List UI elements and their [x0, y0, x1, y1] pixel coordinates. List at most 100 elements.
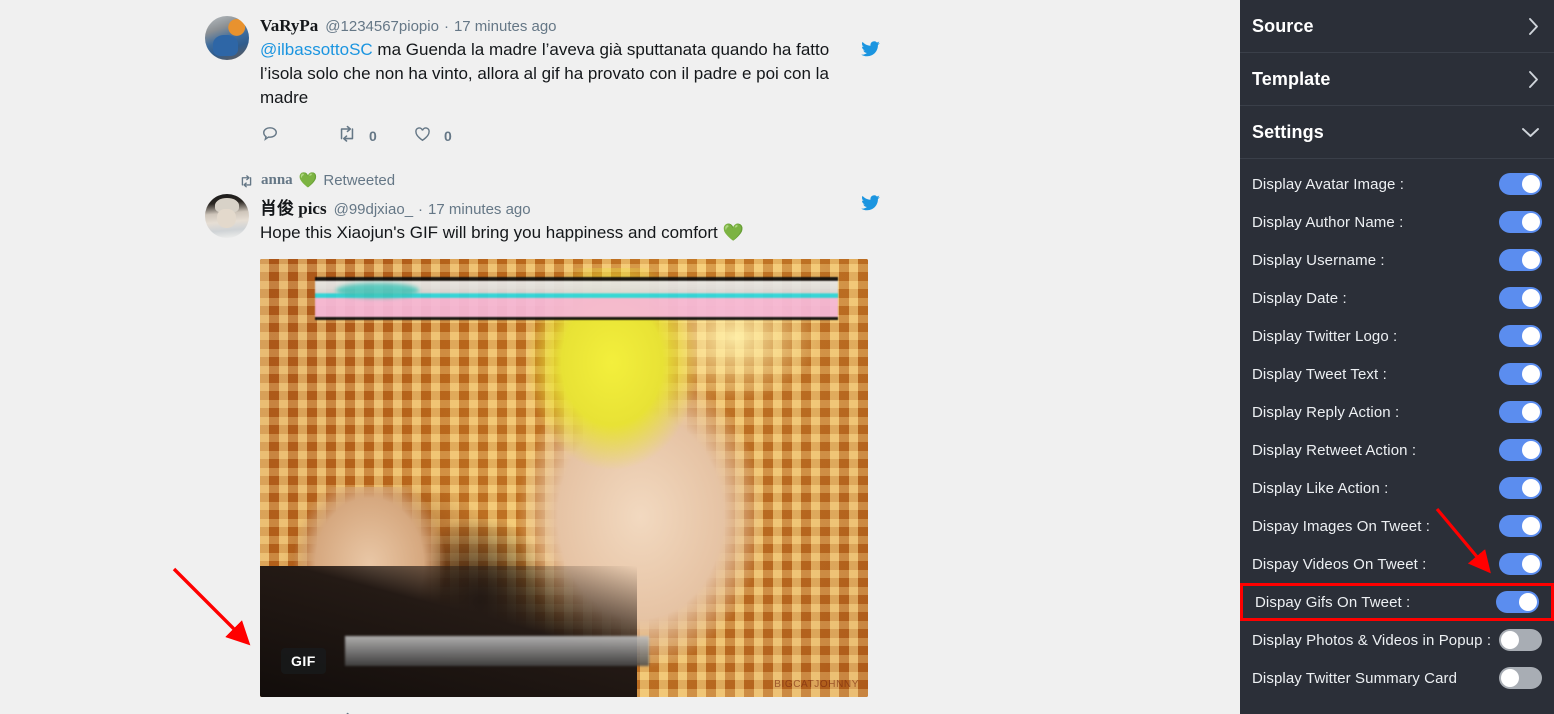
toggle-knob [1522, 403, 1540, 421]
author-name[interactable]: VaRyPa [260, 16, 318, 36]
section-title: Source [1252, 15, 1314, 36]
gif-badge: GIF [281, 648, 326, 675]
retweet-icon [238, 174, 255, 189]
gif-caption-band-lower [345, 635, 650, 667]
setting-toggle[interactable] [1499, 401, 1542, 423]
like-heart-icon [412, 711, 433, 714]
tweet-card-2[interactable]: anna 💚 Retweeted 肖俊 pics @99djxiao_ · 17… [0, 170, 1240, 714]
setting-label: Display Avatar Image : [1252, 175, 1404, 193]
chevron-right-icon[interactable] [1527, 17, 1540, 36]
tweet-feed: VaRyPa @1234567piopio · 17 minutes ago @… [0, 0, 1240, 714]
setting-toggle[interactable] [1499, 439, 1542, 461]
tweet-2-actions: 7 13 [260, 709, 880, 714]
retweet-action[interactable]: 0 [336, 124, 412, 149]
username-handle[interactable]: @99djxiao_ [334, 201, 413, 218]
toggle-knob [1501, 631, 1519, 649]
setting-label: Display Photos & Videos in Popup : [1252, 631, 1492, 649]
setting-toggle[interactable] [1499, 173, 1542, 195]
toggle-knob [1522, 517, 1540, 535]
avatar[interactable] [205, 16, 249, 60]
setting-row-8[interactable]: Display Like Action : [1240, 469, 1554, 507]
tweet-card-1[interactable]: VaRyPa @1234567piopio · 17 minutes ago @… [0, 16, 1240, 150]
setting-label: Display Author Name : [1252, 213, 1404, 231]
toggle-knob [1522, 289, 1540, 307]
chevron-right-icon[interactable] [1527, 70, 1540, 89]
setting-toggle[interactable] [1499, 325, 1542, 347]
setting-label: Dispay Videos On Tweet : [1252, 555, 1427, 573]
setting-row-10[interactable]: Dispay Videos On Tweet : [1240, 545, 1554, 583]
setting-label: Display Username : [1252, 251, 1385, 269]
tweet-1-row: VaRyPa @1234567piopio · 17 minutes ago @… [205, 16, 880, 150]
sidebar-section-source[interactable]: Source [1240, 0, 1554, 53]
setting-row-3[interactable]: Display Date : [1240, 279, 1554, 317]
retweet-icon [336, 711, 358, 714]
retweet-count: 0 [369, 128, 377, 145]
setting-toggle[interactable] [1496, 591, 1539, 613]
setting-label: Display Retweet Action : [1252, 441, 1417, 459]
setting-toggle[interactable] [1499, 477, 1542, 499]
toggle-knob [1522, 213, 1540, 231]
gif-caption-band [314, 276, 838, 321]
setting-toggle[interactable] [1499, 363, 1542, 385]
tweet-text: Hope this Xiaojun's GIF will bring you h… [260, 223, 744, 242]
tweet-date[interactable]: 17 minutes ago [454, 18, 557, 35]
setting-row-4[interactable]: Display Twitter Logo : [1240, 317, 1554, 355]
tweet-1-body: VaRyPa @1234567piopio · 17 minutes ago @… [260, 16, 880, 150]
tweet-text: @ilbassottoSC ma Guenda la madre l’aveva… [260, 38, 860, 110]
setting-row-2[interactable]: Display Username : [1240, 241, 1554, 279]
twitter-bird-icon [861, 41, 880, 63]
setting-toggle[interactable] [1499, 553, 1542, 575]
setting-toggle[interactable] [1499, 211, 1542, 233]
setting-toggle[interactable] [1499, 287, 1542, 309]
setting-row-1[interactable]: Display Author Name : [1240, 203, 1554, 241]
setting-label: Display Like Action : [1252, 479, 1389, 497]
settings-options-list: Display Avatar Image : Display Author Nam… [1240, 159, 1554, 697]
retweet-action[interactable]: 7 [336, 711, 412, 714]
settings-sidebar: Source Template Settings Display Avatar … [1240, 0, 1554, 714]
tweet-2-meta: 肖俊 pics @99djxiao_ · 17 minutes ago [260, 194, 880, 219]
toggle-knob [1522, 365, 1540, 383]
chevron-down-icon[interactable] [1521, 126, 1540, 139]
toggle-knob [1522, 441, 1540, 459]
toggle-knob [1522, 251, 1540, 269]
author-name[interactable]: 肖俊 pics [260, 194, 327, 219]
sidebar-section-settings[interactable]: Settings [1240, 106, 1554, 159]
sidebar-section-template[interactable]: Template [1240, 53, 1554, 106]
setting-toggle[interactable] [1499, 629, 1542, 651]
like-action[interactable]: 0 [412, 124, 488, 149]
twitter-bird-icon [861, 195, 880, 217]
avatar[interactable] [205, 194, 249, 238]
gif-watermark: BIGCATJOHNNY [774, 679, 859, 691]
meta-separator: · [443, 18, 449, 35]
tweet-2-body: 肖俊 pics @99djxiao_ · 17 minutes ago Hope… [260, 194, 880, 714]
mention-link[interactable]: @ilbassottoSC [260, 40, 373, 59]
setting-row-9[interactable]: Dispay Images On Tweet : [1240, 507, 1554, 545]
setting-row-0[interactable]: Display Avatar Image : [1240, 165, 1554, 203]
tweet-date[interactable]: 17 minutes ago [428, 201, 531, 218]
setting-row-12[interactable]: Display Photos & Videos in Popup : [1240, 621, 1554, 659]
retweeter-name[interactable]: anna [261, 172, 293, 189]
setting-row-5[interactable]: Display Tweet Text : [1240, 355, 1554, 393]
reply-icon [260, 124, 280, 149]
setting-row-6[interactable]: Display Reply Action : [1240, 393, 1554, 431]
tweet-1-actions: 0 0 [260, 122, 880, 150]
section-title: Template [1252, 68, 1331, 89]
like-action[interactable]: 13 [412, 711, 488, 714]
setting-toggle[interactable] [1499, 249, 1542, 271]
username-handle[interactable]: @1234567piopio [325, 18, 439, 35]
tweet-gif-media[interactable]: GIF BIGCATJOHNNY [260, 259, 868, 698]
tweet-2-row: 肖俊 pics @99djxiao_ · 17 minutes ago Hope… [205, 194, 880, 714]
setting-row-13[interactable]: Display Twitter Summary Card [1240, 659, 1554, 697]
green-heart-emoji: 💚 [298, 172, 318, 189]
setting-row-11[interactable]: Dispay Gifs On Tweet : [1240, 583, 1554, 621]
reply-action[interactable] [260, 124, 336, 149]
app-root: VaRyPa @1234567piopio · 17 minutes ago @… [0, 0, 1554, 714]
setting-toggle[interactable] [1499, 515, 1542, 537]
like-count: 0 [444, 128, 452, 145]
toggle-knob [1522, 479, 1540, 497]
toggle-knob [1522, 175, 1540, 193]
reply-action[interactable] [260, 711, 336, 714]
setting-label: Dispay Gifs On Tweet : [1255, 593, 1411, 611]
setting-toggle[interactable] [1499, 667, 1542, 689]
setting-row-7[interactable]: Display Retweet Action : [1240, 431, 1554, 469]
